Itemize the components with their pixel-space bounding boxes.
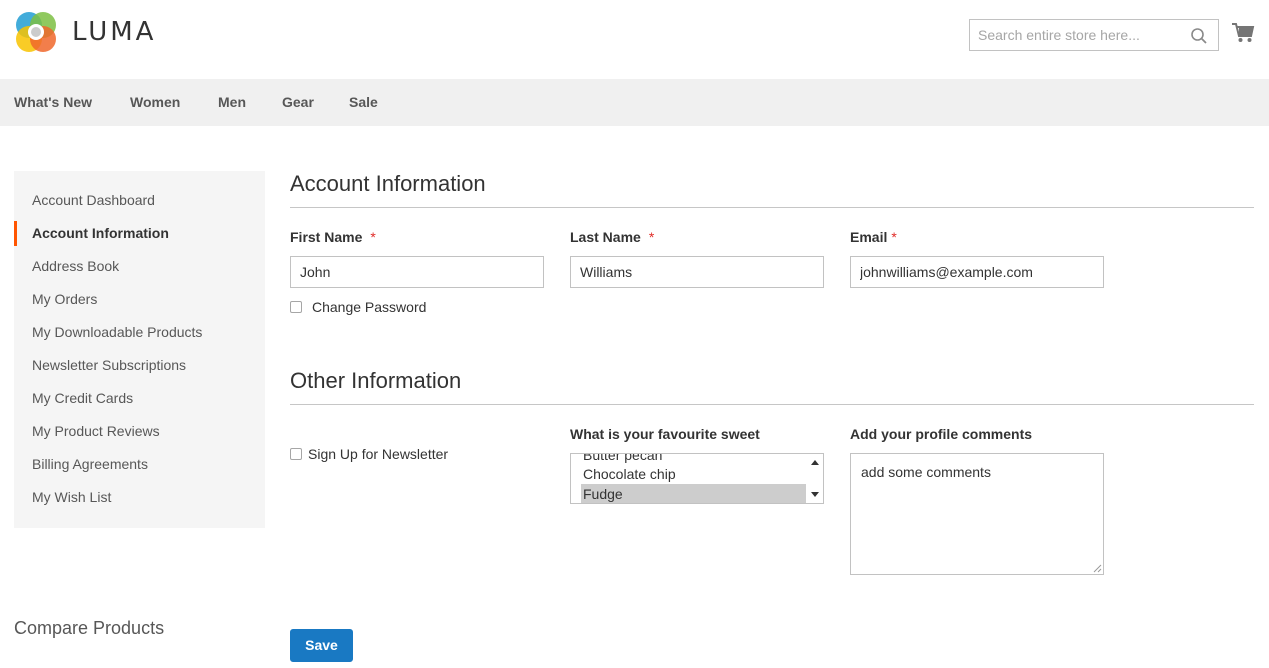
first-name-label-text: First Name bbox=[290, 229, 363, 245]
resize-grip-icon[interactable] bbox=[1093, 564, 1102, 573]
sweet-option-fudge[interactable]: Fudge bbox=[581, 484, 807, 503]
nav-item-men[interactable]: Men bbox=[218, 79, 246, 126]
profile-comments-label: Add your profile comments bbox=[850, 426, 1033, 442]
nav-item-women[interactable]: Women bbox=[130, 79, 180, 126]
compare-products-title: Compare Products bbox=[14, 618, 165, 638]
required-marker: * bbox=[370, 229, 376, 245]
required-marker: * bbox=[648, 229, 655, 245]
cart-icon[interactable] bbox=[1231, 22, 1255, 44]
sidebar-item-my-orders[interactable]: My Orders bbox=[14, 283, 265, 316]
sidebar-item-credit-cards[interactable]: My Credit Cards bbox=[14, 382, 265, 415]
nav-item-sale[interactable]: Sale bbox=[349, 79, 378, 126]
store-logo[interactable]: LUMA bbox=[14, 10, 156, 54]
newsletter-checkbox[interactable] bbox=[290, 448, 302, 460]
email-label-text: Email bbox=[850, 229, 888, 245]
search-box[interactable] bbox=[969, 19, 1219, 51]
sidebar-item-wish-list[interactable]: My Wish List bbox=[14, 481, 265, 514]
scroll-up-arrow-icon[interactable] bbox=[811, 460, 819, 465]
sidebar-item-account-dashboard[interactable]: Account Dashboard bbox=[14, 184, 265, 217]
account-sidebar: Account Dashboard Account Information Ad… bbox=[14, 171, 265, 528]
sweet-option-chocolate-chip[interactable]: Chocolate chip bbox=[581, 464, 807, 484]
sidebar-item-downloadable-products[interactable]: My Downloadable Products bbox=[14, 316, 265, 349]
change-password-label: Change Password bbox=[312, 299, 427, 315]
scroll-down-arrow-icon[interactable] bbox=[811, 492, 819, 497]
required-marker: * bbox=[891, 229, 897, 245]
sidebar-item-billing-agreements[interactable]: Billing Agreements bbox=[14, 448, 265, 481]
sidebar-item-address-book[interactable]: Address Book bbox=[14, 250, 265, 283]
luma-logo-icon bbox=[16, 12, 56, 52]
last-name-label: Last Name * bbox=[570, 229, 654, 245]
other-information-title: Other Information bbox=[290, 368, 462, 393]
save-button[interactable]: Save bbox=[290, 629, 353, 662]
section-divider bbox=[290, 207, 1254, 208]
search-icon[interactable] bbox=[1190, 27, 1208, 45]
search-input[interactable] bbox=[970, 20, 1180, 50]
page-header: LUMA bbox=[0, 0, 1269, 79]
last-name-label-text: Last Name bbox=[570, 229, 641, 245]
change-password-row: Change Password bbox=[290, 299, 426, 315]
newsletter-label: Sign Up for Newsletter bbox=[308, 446, 449, 462]
first-name-field[interactable] bbox=[290, 256, 544, 288]
section-divider bbox=[290, 404, 1254, 405]
main-navigation: What's New Women Men Gear Sale bbox=[0, 79, 1269, 126]
profile-comments-textarea[interactable]: add some comments bbox=[850, 453, 1104, 575]
nav-item-whats-new[interactable]: What's New bbox=[14, 79, 92, 126]
sidebar-item-newsletter-subscriptions[interactable]: Newsletter Subscriptions bbox=[14, 349, 265, 382]
favourite-sweet-select[interactable]: Butter pecan Chocolate chip Fudge bbox=[570, 453, 824, 504]
nav-item-gear[interactable]: Gear bbox=[282, 79, 314, 126]
sidebar-item-product-reviews[interactable]: My Product Reviews bbox=[14, 415, 265, 448]
email-label: Email * bbox=[850, 229, 897, 245]
logo-text: LUMA bbox=[72, 17, 157, 47]
account-information-title: Account Information bbox=[290, 171, 486, 196]
first-name-label: First Name * bbox=[290, 229, 376, 245]
favourite-sweet-label: What is your favourite sweet bbox=[570, 426, 760, 442]
sidebar-item-account-information[interactable]: Account Information bbox=[14, 217, 265, 250]
change-password-checkbox[interactable] bbox=[290, 301, 302, 313]
email-field[interactable] bbox=[850, 256, 1104, 288]
newsletter-row: Sign Up for Newsletter bbox=[290, 446, 448, 462]
last-name-field[interactable] bbox=[570, 256, 824, 288]
listbox-scrollbar[interactable] bbox=[806, 454, 823, 503]
